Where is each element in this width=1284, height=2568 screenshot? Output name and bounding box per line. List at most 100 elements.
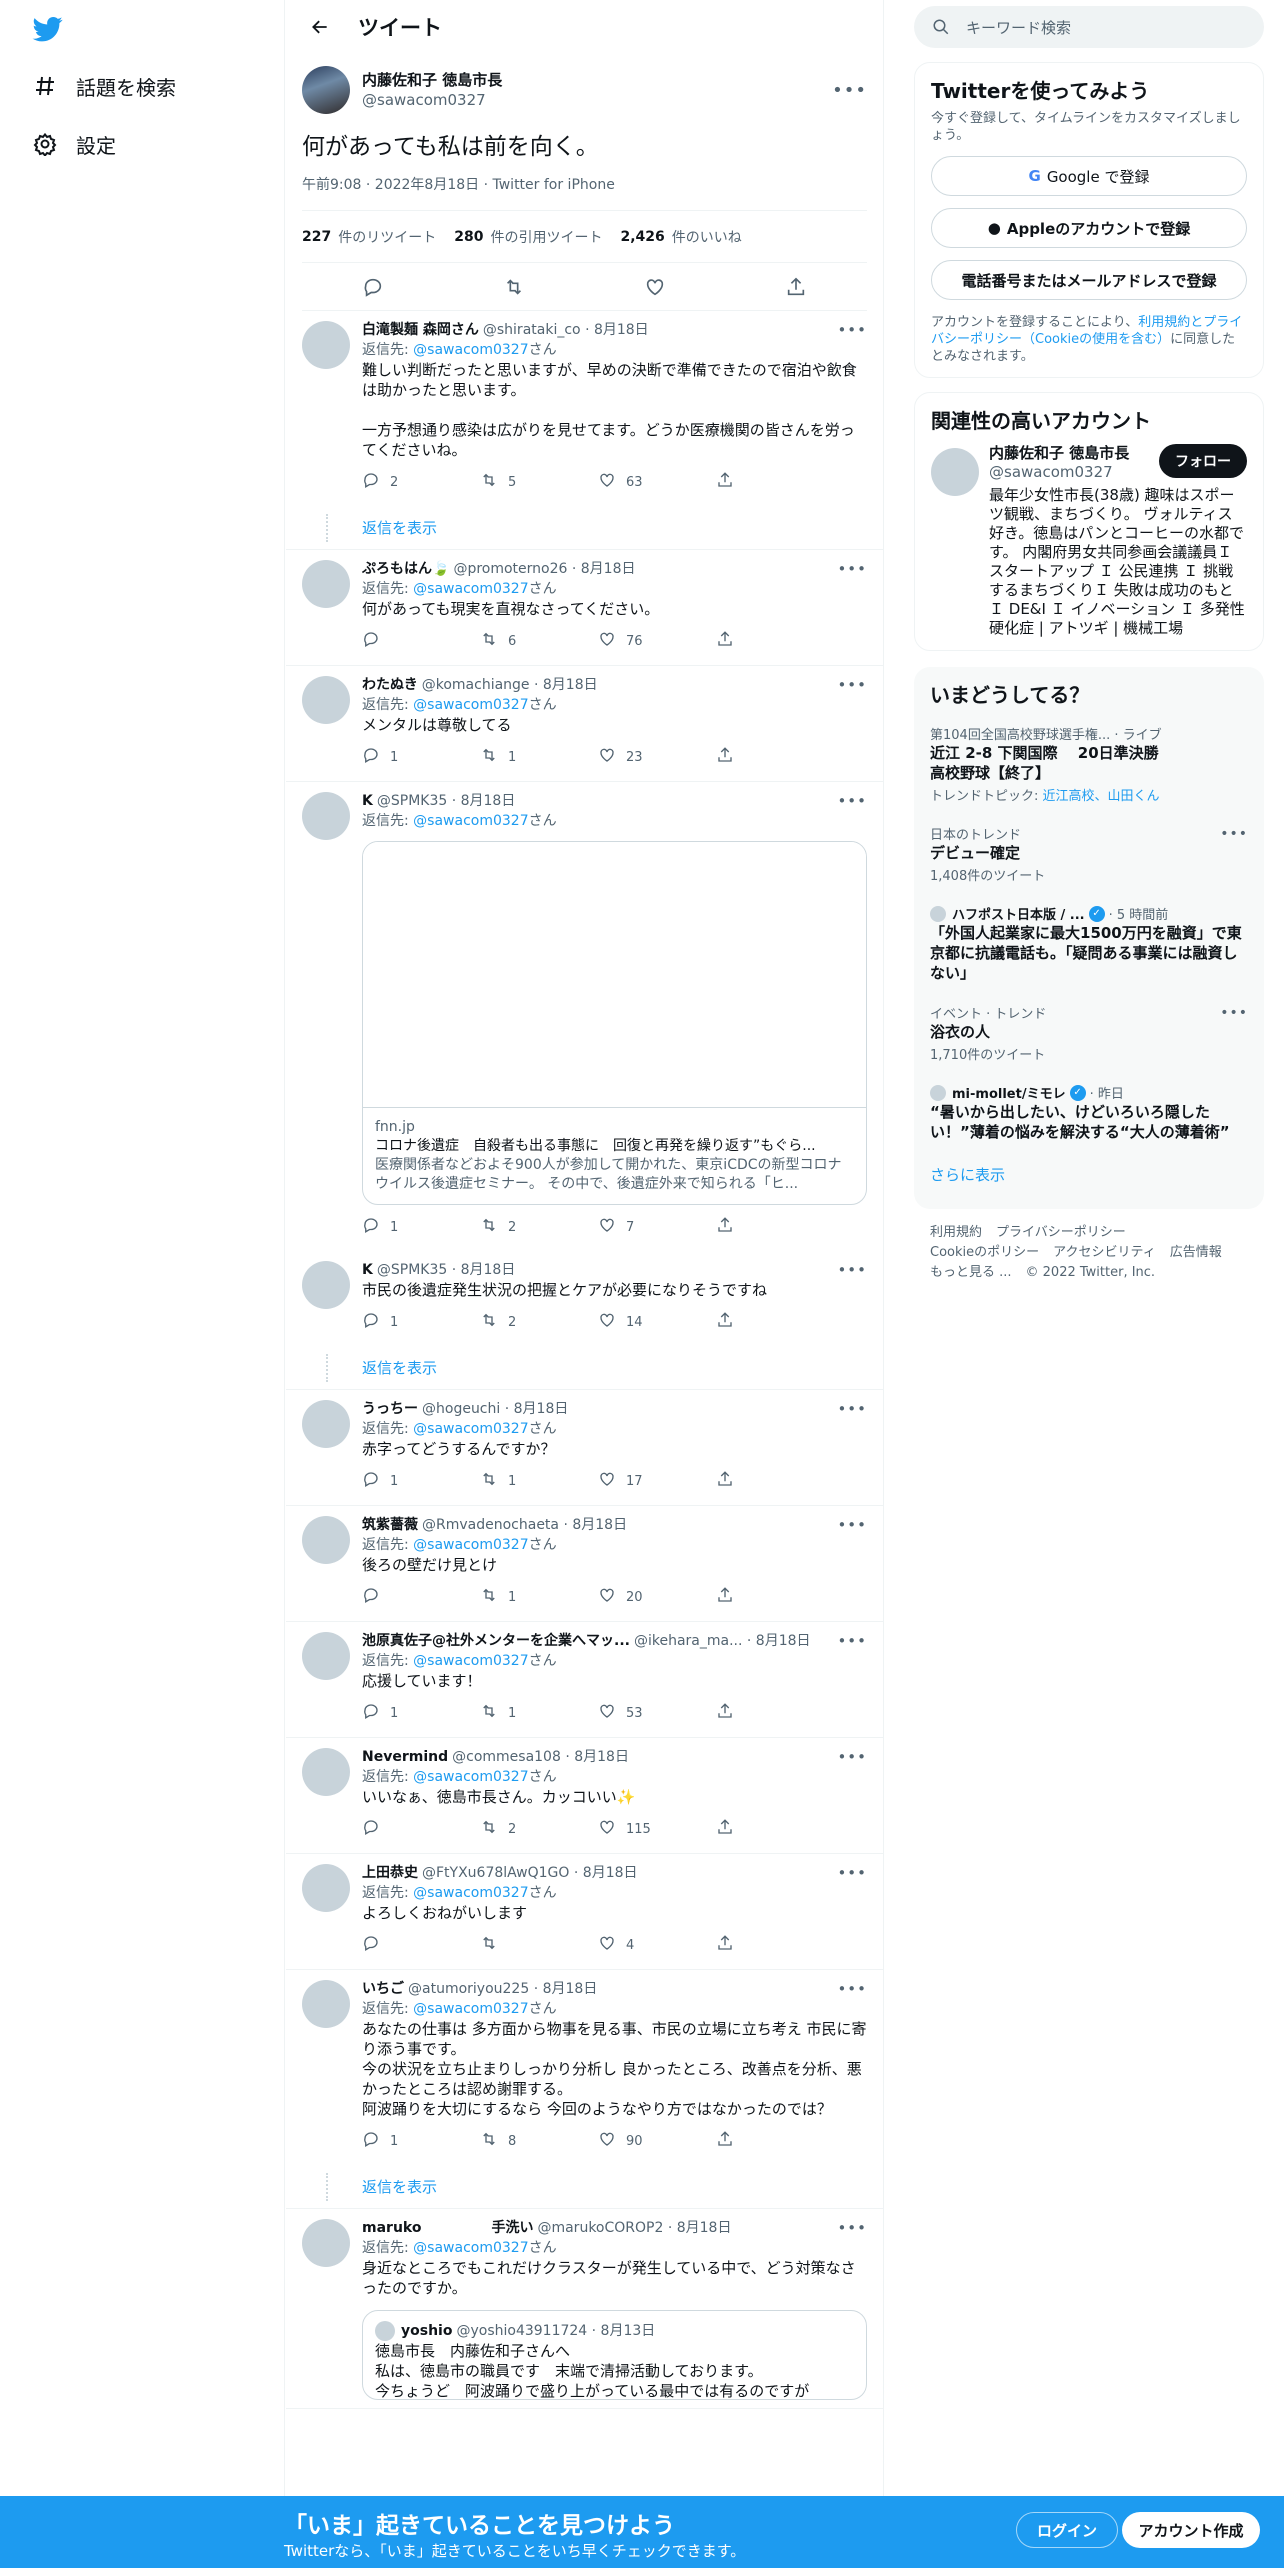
login-button[interactable]: ログイン (1016, 2512, 1118, 2548)
like-icon[interactable] (644, 276, 666, 298)
share-button[interactable] (716, 746, 834, 768)
reply-author-handle[interactable]: @shirataki_co (483, 321, 581, 340)
reply-to-link[interactable]: @sawacom0327 (413, 1885, 528, 1901)
share-button[interactable] (716, 1934, 834, 1956)
reply-author-handle[interactable]: @commesa108 (452, 1748, 561, 1767)
reply-author-handle[interactable]: @komachiange (422, 676, 530, 695)
reply-date[interactable]: · 8月18日 (452, 792, 516, 811)
reply-to-link[interactable]: @sawacom0327 (413, 342, 528, 358)
nav-settings[interactable]: 設定 (32, 124, 116, 164)
avatar[interactable] (302, 1980, 350, 2028)
search-input[interactable]: キーワード検索 (914, 6, 1264, 48)
reply-button[interactable]: 1 (362, 1702, 480, 1724)
retweet-button[interactable]: 1 (480, 1702, 598, 1724)
reply-button[interactable]: 1 (362, 746, 480, 768)
share-button[interactable] (716, 1702, 834, 1724)
reply-author-name[interactable]: わたぬき (362, 676, 418, 695)
nav-explore[interactable]: 話題を検索 (32, 66, 176, 106)
more-icon[interactable]: ••• (832, 80, 867, 101)
like-button[interactable]: 17 (598, 1470, 716, 1492)
avatar[interactable] (302, 792, 350, 840)
trend-item[interactable]: ハフポスト日本版 / ... ✓ · 5 時間前 「外国人起業家に最大1500万円を融… (930, 894, 1248, 993)
reply-author-handle[interactable]: @promoterno26 (453, 560, 567, 579)
more-icon[interactable]: ••• (837, 1980, 867, 1999)
reply-tweet[interactable]: K @SPMK35 · 8月18日 ••• 返信先: @sawacom0327さん fn… (286, 782, 883, 1251)
trend-item[interactable]: イベント · トレンド 浴衣の人 1,710件のツイート ••• (930, 993, 1248, 1073)
quoted-tweet[interactable]: yoshio @yoshio43911724 · 8月13日 徳島市長 内藤佐和子さ… (362, 2310, 867, 2400)
like-button[interactable]: 23 (598, 746, 716, 768)
retweet-button[interactable]: 1 (480, 1586, 598, 1608)
reply-to-link[interactable]: @sawacom0327 (413, 2240, 528, 2256)
reply-to-link[interactable]: @sawacom0327 (413, 2001, 528, 2017)
reply-tweet[interactable]: Nevermind @commesa108 · 8月18日 ••• 返信先: @saw… (286, 1738, 883, 1854)
reply-tweet[interactable]: 上田恭史 @FtYXu678lAwQ1GO · 8月18日 ••• 返信先: @saw… (286, 1854, 883, 1970)
more-icon[interactable]: ••• (1220, 826, 1248, 842)
reply-author-name[interactable]: K (362, 792, 373, 811)
reply-author-handle[interactable]: @atumoriyou225 (408, 1980, 529, 1999)
show-more-link[interactable]: さらに表示 (930, 1152, 1248, 1197)
show-replies-link[interactable]: 返信を表示 (286, 2165, 883, 2209)
like-button[interactable]: 7 (598, 1216, 716, 1238)
reply-button[interactable]: 1 (362, 1470, 480, 1492)
retweet-button[interactable]: 8 (480, 2130, 598, 2152)
signup-button[interactable]: アカウント作成 (1122, 2512, 1260, 2548)
retweet-button[interactable]: 2 (480, 1311, 598, 1333)
like-button[interactable]: 4 (598, 1934, 716, 1956)
quote-count[interactable]: 280 (454, 229, 483, 245)
reply-to-link[interactable]: @sawacom0327 (413, 1653, 528, 1669)
more-icon[interactable]: ••• (837, 1748, 867, 1767)
avatar[interactable] (302, 2219, 350, 2267)
author-handle[interactable]: @sawacom0327 (362, 91, 486, 109)
reply-tweet[interactable]: 白滝製麺 森岡さん @shirataki_co · 8月18日 ••• 返信先: @s… (286, 311, 883, 506)
reply-button[interactable] (362, 630, 480, 652)
reply-author-handle[interactable]: @marukoCOROP2 (537, 2219, 663, 2238)
avatar[interactable] (302, 1516, 350, 1564)
reply-button[interactable]: 1 (362, 1216, 480, 1238)
apple-signup-button[interactable]: ● Appleのアカウントで登録 (931, 208, 1247, 248)
reply-date[interactable]: · 8月18日 (565, 1748, 629, 1767)
avatar[interactable] (302, 1748, 350, 1796)
reply-button[interactable]: 1 (362, 1311, 480, 1333)
reply-button[interactable] (362, 1818, 480, 1840)
reply-tweet[interactable]: maruko 手洗い @marukoCOROP2 · 8月18日 ••• 返信先: @… (286, 2209, 883, 2409)
avatar[interactable] (302, 1864, 350, 1912)
more-icon[interactable]: ••• (837, 2219, 867, 2238)
quote-count-label[interactable]: 件の引用ツイート (490, 227, 602, 247)
footer-accessibility[interactable]: アクセシビリティ (1053, 1245, 1156, 1260)
avatar[interactable] (302, 1261, 350, 1309)
trend-topic-link[interactable]: 近江高校、山田くん (1043, 789, 1160, 804)
reply-tweet[interactable]: 筑紫薔薇 @Rmvadenochaeta · 8月18日 ••• 返信先: @sawa… (286, 1506, 883, 1622)
footer-terms[interactable]: 利用規約 (930, 1225, 982, 1240)
share-button[interactable] (716, 630, 834, 652)
reply-button[interactable] (362, 1934, 480, 1956)
reply-author-name[interactable]: Nevermind (362, 1748, 448, 1767)
retweet-button[interactable]: 1 (480, 746, 598, 768)
like-button[interactable]: 63 (598, 471, 716, 493)
twitter-logo-icon[interactable] (32, 14, 64, 44)
reply-date[interactable]: · 8月18日 (563, 1516, 627, 1535)
reply-icon[interactable] (362, 276, 384, 298)
reply-tweet[interactable]: ぷろもはん🍃 @promoterno26 · 8月18日 ••• 返信先: @sawa… (286, 550, 883, 666)
reply-author-handle[interactable]: @hogeuchi (422, 1400, 500, 1419)
more-icon[interactable]: ••• (837, 792, 867, 811)
retweet-button[interactable]: 2 (480, 1216, 598, 1238)
google-signup-button[interactable]: G Google で登録 (931, 156, 1247, 196)
footer-more[interactable]: もっと見る ... (930, 1265, 1012, 1280)
reply-author-handle[interactable]: @SPMK35 (377, 1261, 447, 1280)
reply-date[interactable]: · 8月18日 (747, 1632, 811, 1651)
reply-author-name[interactable]: 筑紫薔薇 (362, 1516, 418, 1535)
reply-author-handle[interactable]: @SPMK35 (377, 792, 447, 811)
trend-item[interactable]: 第104回全国高校野球選手権... · ライブ 近江 2-8 下関国際 20日準決… (930, 714, 1248, 814)
reply-tweet[interactable]: 池原真佐子@社外メンターを企業へマッ... @ikehara_ma... · 8月… (286, 1622, 883, 1738)
share-button[interactable] (716, 471, 834, 493)
more-icon[interactable]: ••• (837, 1400, 867, 1419)
tweet-meta[interactable]: 午前9:08 · 2022年8月18日 · Twitter for iPhone (302, 174, 867, 211)
author-name[interactable]: 内藤佐和子 徳島市長 (362, 70, 502, 90)
link-card[interactable]: fnn.jp コロナ後遺症 自殺者も出る事態に 回復と再発を繰り返す”もぐら...… (362, 841, 867, 1205)
like-button[interactable]: 90 (598, 2130, 716, 2152)
more-icon[interactable]: ••• (837, 1261, 867, 1280)
reply-to-link[interactable]: @sawacom0327 (413, 581, 528, 597)
reply-to-link[interactable]: @sawacom0327 (413, 1421, 528, 1437)
reply-button[interactable] (362, 1586, 480, 1608)
reply-author-name[interactable]: 池原真佐子@社外メンターを企業へマッ... (362, 1632, 630, 1651)
